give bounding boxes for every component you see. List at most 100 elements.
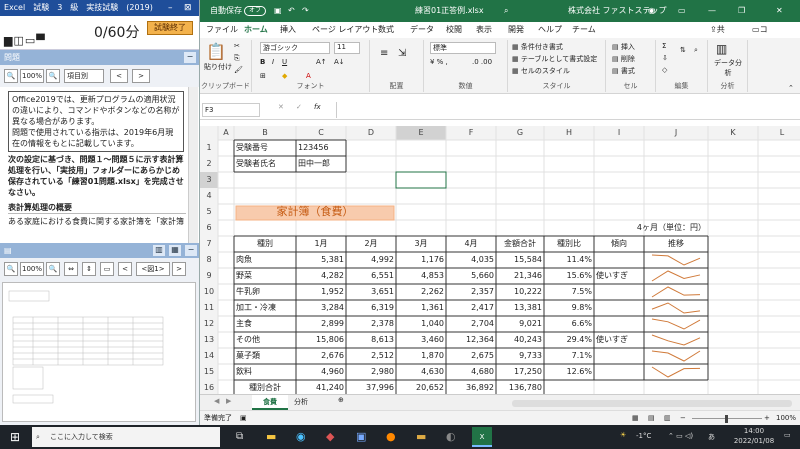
add-sheet-icon[interactable]: ⊕ bbox=[338, 396, 344, 404]
cell-styles-button[interactable]: ▦ セルのスタイル bbox=[512, 66, 570, 76]
value-cell[interactable]: 17,250 bbox=[498, 364, 542, 380]
value-cell[interactable]: 6.6% bbox=[546, 316, 592, 332]
fit-width-icon[interactable]: ⇔ bbox=[64, 262, 78, 276]
category-cell[interactable]: 加工・冷凍 bbox=[236, 300, 294, 316]
tray-icons[interactable]: ⌃ ▭ ◁) bbox=[668, 432, 693, 440]
table-header[interactable]: 推移 bbox=[646, 236, 706, 252]
value-cell[interactable]: 7.5% bbox=[546, 284, 592, 300]
formula-input[interactable] bbox=[336, 102, 798, 118]
table-format-button[interactable]: ▦ テーブルとして書式設定 bbox=[512, 54, 597, 64]
table-header[interactable]: 3月 bbox=[398, 236, 444, 252]
column-header[interactable]: K bbox=[708, 126, 758, 140]
font-shrink-icon[interactable]: A↓ bbox=[334, 58, 345, 66]
value-cell[interactable]: 8,613 bbox=[348, 332, 394, 348]
category-cell[interactable]: 飲料 bbox=[236, 364, 294, 380]
row-header[interactable]: 15 bbox=[200, 364, 218, 380]
insert-cells-button[interactable]: ▤ 挿入 bbox=[612, 42, 635, 52]
office-icon[interactable]: ◆ bbox=[326, 430, 334, 443]
ime-icon[interactable]: あ bbox=[708, 432, 715, 442]
row-header[interactable]: 16 bbox=[200, 380, 218, 394]
tab-insert[interactable]: 挿入 bbox=[280, 22, 296, 38]
minimize-window-icon[interactable]: — bbox=[708, 0, 716, 22]
font-size-select[interactable]: 11 bbox=[334, 42, 360, 54]
value-cell[interactable]: 2,704 bbox=[448, 316, 494, 332]
row-header[interactable]: 2 bbox=[200, 156, 218, 172]
row-header[interactable]: 5 bbox=[200, 204, 218, 220]
wrap-icon[interactable]: ⇲ bbox=[398, 48, 406, 59]
search-icon[interactable]: 🔍 bbox=[4, 69, 18, 83]
pin-icon[interactable]: ⊠ bbox=[184, 0, 192, 16]
value-cell[interactable]: 9.8% bbox=[546, 300, 592, 316]
column-header[interactable]: B bbox=[234, 126, 296, 140]
value-cell[interactable]: 6,319 bbox=[348, 300, 394, 316]
layout-icon[interactable]: ▥ bbox=[153, 245, 165, 256]
enter-icon[interactable]: ✓ bbox=[296, 103, 302, 111]
value-cell[interactable]: 2,899 bbox=[298, 316, 344, 332]
value-cell[interactable]: 3,284 bbox=[298, 300, 344, 316]
folder-icon[interactable]: ▬ bbox=[416, 430, 426, 443]
format-painter-icon[interactable]: 🖌 bbox=[234, 66, 243, 74]
value-cell[interactable]: 15,806 bbox=[298, 332, 344, 348]
summary-value[interactable]: 136,780 bbox=[498, 380, 542, 394]
ribbon-options-icon[interactable]: ▭ bbox=[678, 0, 686, 22]
summary-value[interactable]: 37,996 bbox=[348, 380, 394, 394]
value-cell[interactable]: 1,176 bbox=[398, 252, 444, 268]
row-header[interactable]: 9 bbox=[200, 268, 218, 284]
macro-icon[interactable]: ▣ bbox=[240, 411, 247, 426]
prev-page-icon[interactable]: < bbox=[118, 262, 132, 276]
comment-button[interactable]: ▭ コメント bbox=[752, 22, 768, 82]
trend-cell[interactable]: 使いすぎ bbox=[596, 268, 642, 284]
sheet-tab-food[interactable]: 食費 bbox=[252, 395, 288, 410]
copy-icon[interactable]: ⎘ bbox=[234, 54, 240, 63]
table-header[interactable]: 傾向 bbox=[596, 236, 642, 252]
row-header[interactable]: 14 bbox=[200, 348, 218, 364]
tab-help[interactable]: ヘルプ bbox=[538, 22, 562, 38]
value-cell[interactable]: 4,630 bbox=[398, 364, 444, 380]
autosave-toggle[interactable]: オフ bbox=[244, 6, 266, 16]
next-page-icon[interactable]: > bbox=[172, 262, 186, 276]
cut-icon[interactable]: ✂ bbox=[234, 42, 240, 50]
row-header[interactable]: 7 bbox=[200, 236, 218, 252]
page-icon[interactable]: ▭ bbox=[100, 262, 114, 276]
value-cell[interactable]: 12,364 bbox=[448, 332, 494, 348]
column-header[interactable]: H bbox=[544, 126, 594, 140]
tab-view[interactable]: 表示 bbox=[476, 22, 492, 38]
next-button[interactable]: > bbox=[132, 69, 150, 83]
tab-data[interactable]: データ bbox=[410, 22, 434, 38]
value-cell[interactable]: 10,222 bbox=[498, 284, 542, 300]
format-cells-button[interactable]: ▤ 書式 bbox=[612, 66, 635, 76]
bold-icon[interactable]: B bbox=[260, 58, 265, 66]
name-box[interactable]: F3 bbox=[202, 103, 260, 117]
cancel-icon[interactable]: ✕ bbox=[278, 103, 284, 111]
value-cell[interactable]: 40,243 bbox=[498, 332, 542, 348]
row-header[interactable]: 13 bbox=[200, 332, 218, 348]
value-cell[interactable]: 5,660 bbox=[448, 268, 494, 284]
column-header[interactable]: L bbox=[758, 126, 800, 140]
save-icon[interactable]: ▣ bbox=[274, 0, 282, 22]
table-header[interactable]: 2月 bbox=[348, 236, 394, 252]
minimize-icon[interactable]: – bbox=[168, 0, 173, 16]
data-analysis-icon[interactable]: ▥ bbox=[716, 42, 727, 56]
table-header[interactable]: 種別比 bbox=[546, 236, 592, 252]
category-cell[interactable]: 牛乳卵 bbox=[236, 284, 294, 300]
paste-icon[interactable]: 📋 bbox=[206, 42, 226, 61]
decimal-icon[interactable]: .0 .00 bbox=[472, 58, 492, 66]
undo-icon[interactable]: ↶ bbox=[288, 0, 295, 22]
table-header[interactable]: 4月 bbox=[448, 236, 494, 252]
photos-icon[interactable]: ▣ bbox=[356, 430, 366, 443]
prev-button[interactable]: < bbox=[110, 69, 128, 83]
category-cell[interactable]: 菓子類 bbox=[236, 348, 294, 364]
restore-window-icon[interactable]: ❐ bbox=[738, 0, 745, 22]
tab-team[interactable]: チーム bbox=[572, 22, 596, 38]
search-icon-title[interactable]: ⌕ bbox=[504, 0, 508, 22]
share-button[interactable]: ⇪ 共有 bbox=[710, 22, 725, 50]
explorer-icon[interactable]: ▬ bbox=[266, 430, 276, 443]
taskbar-search[interactable]: ⌕ ここに入力して検索 bbox=[32, 427, 220, 447]
value-cell[interactable]: 4,035 bbox=[448, 252, 494, 268]
category-select[interactable]: 項目別 bbox=[64, 69, 104, 83]
horizontal-scrollbar[interactable] bbox=[512, 400, 792, 407]
value-cell[interactable]: 1,361 bbox=[398, 300, 444, 316]
value-cell[interactable]: 1,870 bbox=[398, 348, 444, 364]
info-value[interactable]: 田中一郎 bbox=[298, 156, 344, 172]
fill-icon[interactable]: ⇩ bbox=[662, 54, 668, 62]
